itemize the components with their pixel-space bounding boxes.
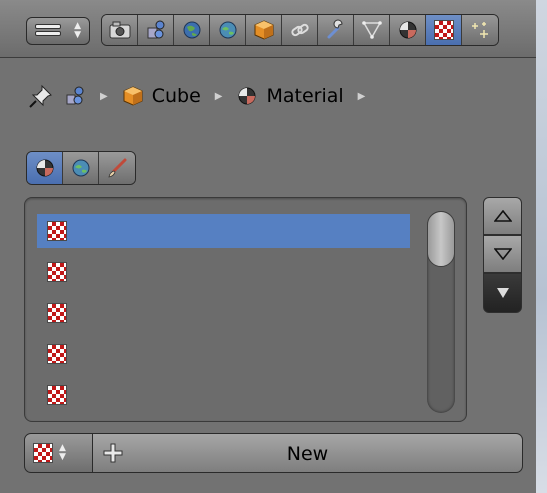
- texture-checker-icon: [433, 20, 454, 40]
- texture-context-material[interactable]: [27, 152, 63, 184]
- move-slot-up-button[interactable]: [483, 197, 522, 235]
- slot-specials-menu-button[interactable]: [483, 273, 522, 313]
- texture-checker-icon: [47, 221, 67, 241]
- texture-context-buttons: [26, 151, 136, 185]
- tab-render[interactable]: [102, 15, 138, 45]
- new-texture-button[interactable]: New: [93, 433, 523, 473]
- tab-world[interactable]: [210, 15, 246, 45]
- object-cube-icon: [254, 20, 273, 40]
- breadcrumb-material[interactable]: Material: [236, 85, 344, 107]
- texture-datablock-row: ▲ ▼ New: [24, 433, 523, 473]
- browse-texture-button[interactable]: ▲ ▼: [24, 433, 93, 473]
- scrollbar-thumb[interactable]: [427, 211, 455, 267]
- properties-editor-icon: [35, 24, 61, 40]
- properties-panel: ▲ ▼ ▶ Cube ▶ Material ▶ ▲ ▼ New: [0, 0, 536, 493]
- world-icon: [72, 159, 89, 177]
- dropdown-triangle-icon: [496, 288, 509, 298]
- breadcrumb-object-label: Cube: [151, 85, 201, 107]
- context-tabs: [101, 14, 499, 46]
- tab-render-layers[interactable]: [138, 15, 174, 45]
- texture-checker-icon: [47, 262, 67, 282]
- scene-icon: [66, 86, 84, 105]
- mesh-data-icon: [361, 21, 382, 39]
- chevron-right-icon: ▶: [214, 90, 223, 102]
- texture-slot-row[interactable]: [37, 255, 410, 289]
- tab-constraints[interactable]: [282, 15, 318, 45]
- object-cube-icon: [123, 86, 143, 106]
- tab-scene[interactable]: [174, 15, 210, 45]
- slot-list-scrollbar[interactable]: [427, 211, 455, 413]
- triangle-down-icon: [493, 248, 512, 260]
- tab-object[interactable]: [246, 15, 282, 45]
- render-layers-icon: [147, 20, 164, 39]
- breadcrumb-material-label: Material: [266, 85, 344, 107]
- texture-checker-icon: [47, 303, 67, 323]
- material-sphere-icon: [399, 21, 416, 39]
- texture-checker-icon: [33, 443, 53, 463]
- texture-slot-row[interactable]: [37, 296, 410, 330]
- chevron-right-icon: ▶: [357, 90, 366, 102]
- editor-type-button[interactable]: ▲ ▼: [26, 17, 90, 45]
- tab-modifiers[interactable]: [318, 15, 354, 45]
- render-camera-icon: [109, 21, 130, 39]
- breadcrumb-object[interactable]: Cube: [122, 85, 201, 107]
- pin-icon: [29, 84, 52, 108]
- properties-header: ▲ ▼: [0, 0, 536, 58]
- texture-context-world[interactable]: [63, 152, 99, 184]
- texture-slot-list: [24, 197, 467, 422]
- tab-particles[interactable]: [462, 15, 498, 45]
- chevron-right-icon: ▶: [100, 90, 108, 102]
- texture-slot-row[interactable]: [37, 337, 410, 371]
- material-sphere-icon: [36, 159, 53, 177]
- scene-icon: [183, 21, 200, 39]
- breadcrumb: ▶ Cube ▶ Material ▶: [28, 80, 379, 112]
- texture-slot-row[interactable]: [37, 214, 410, 248]
- material-sphere-icon: [238, 87, 256, 105]
- texture-slot-row[interactable]: [37, 378, 410, 412]
- tab-material[interactable]: [390, 15, 426, 45]
- constraints-link-icon: [290, 23, 309, 37]
- particles-icon: [472, 22, 488, 38]
- updown-arrows-icon: ▲ ▼: [59, 443, 66, 462]
- breadcrumb-scene[interactable]: [64, 85, 86, 107]
- tab-texture[interactable]: [426, 15, 462, 45]
- texture-checker-icon: [47, 344, 67, 364]
- viewport-edge: [536, 0, 547, 493]
- breadcrumb-pin[interactable]: [28, 83, 54, 109]
- new-texture-label: New: [286, 443, 329, 465]
- modifiers-wrench-icon: [327, 19, 343, 39]
- tab-data[interactable]: [354, 15, 390, 45]
- triangle-up-icon: [493, 210, 512, 222]
- brush-icon: [108, 158, 127, 178]
- move-slot-down-button[interactable]: [483, 235, 522, 273]
- slot-move-buttons: [483, 197, 522, 313]
- texture-context-brush[interactable]: [99, 152, 135, 184]
- texture-checker-icon: [47, 385, 67, 405]
- world-icon: [219, 21, 236, 39]
- updown-arrows-icon: ▲ ▼: [74, 21, 81, 40]
